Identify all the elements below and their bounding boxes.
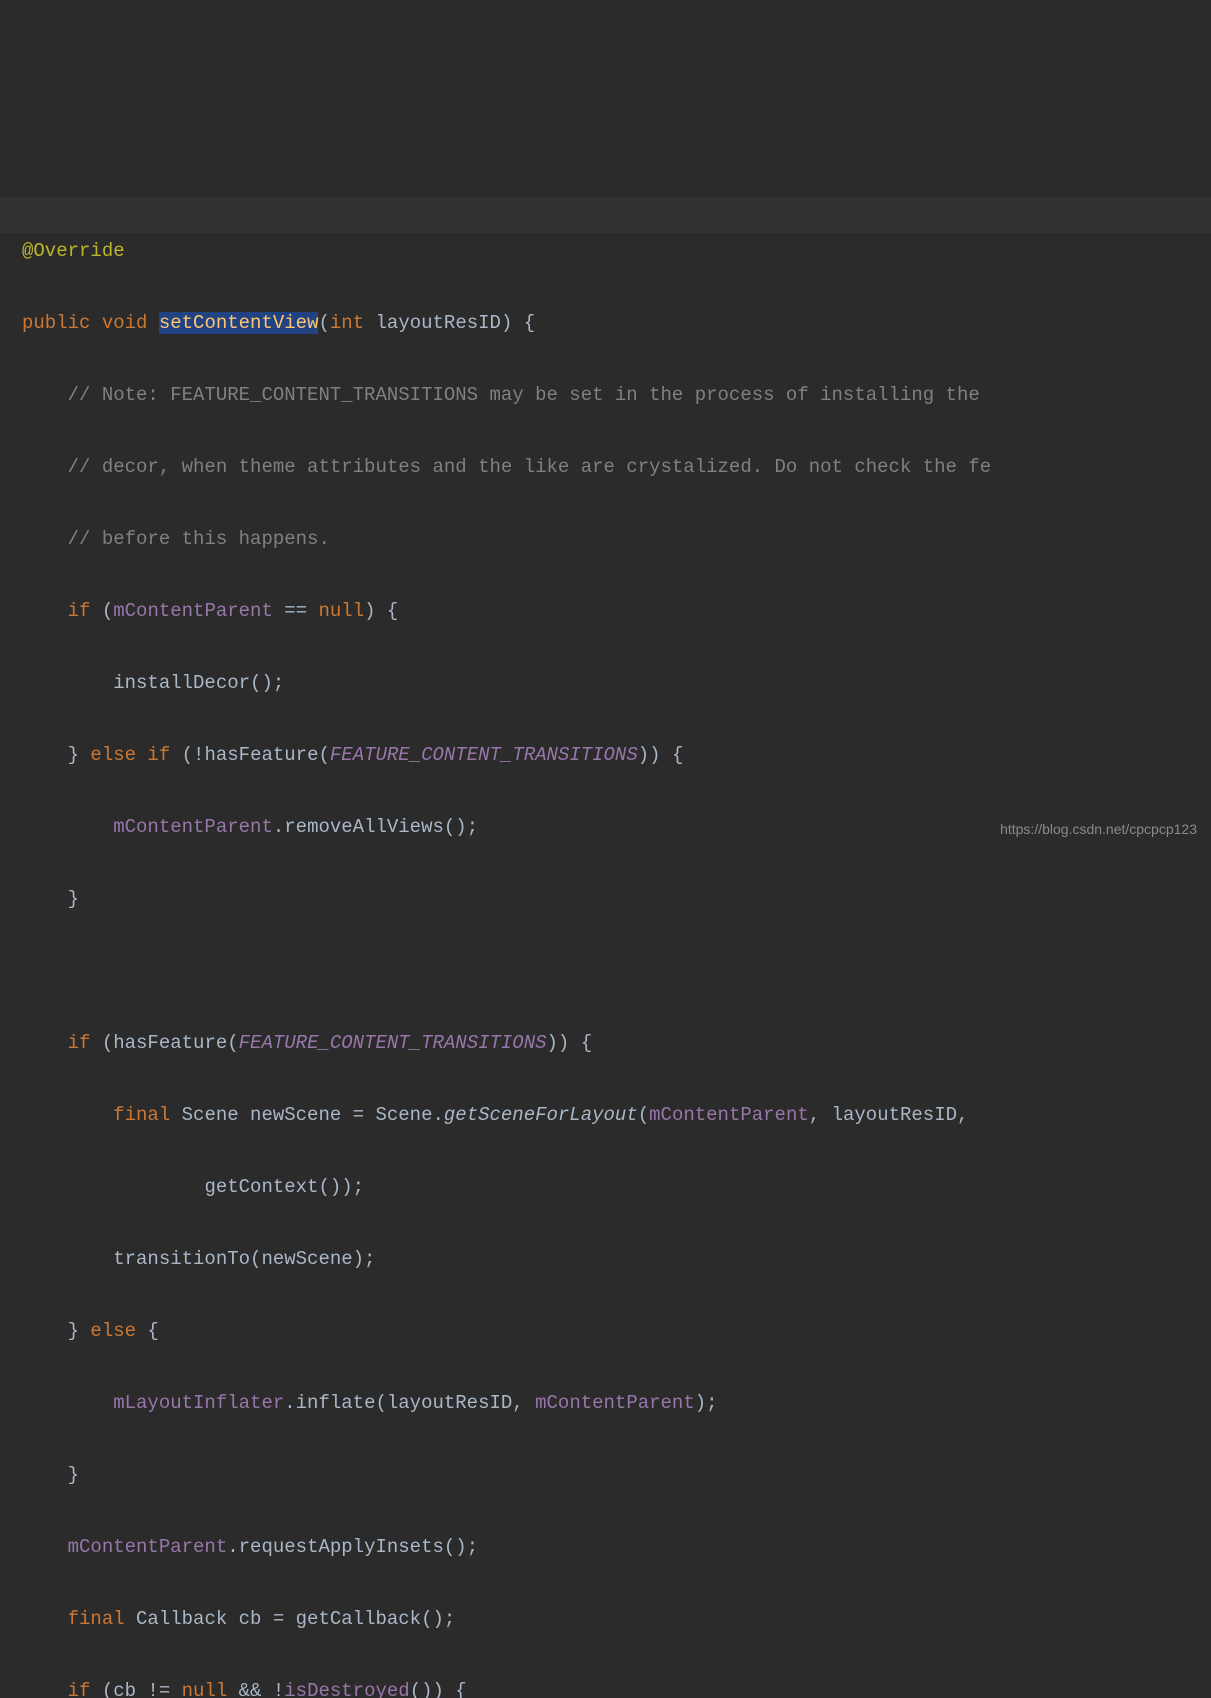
close: )) { bbox=[638, 744, 684, 766]
close: )) { bbox=[547, 1032, 593, 1054]
call: requestApplyInsets(); bbox=[239, 1536, 478, 1558]
keyword-int: int bbox=[330, 312, 364, 334]
comma: , bbox=[809, 1104, 832, 1126]
cond: (cb != bbox=[90, 1680, 181, 1698]
field: mContentParent bbox=[68, 1536, 228, 1558]
selected-method-name[interactable]: setContentView bbox=[159, 312, 319, 334]
comment: // decor, when theme attributes and the … bbox=[68, 456, 992, 478]
code-line: final Scene newScene = Scene.getSceneFor… bbox=[22, 1097, 1211, 1133]
field: mContentParent bbox=[113, 816, 273, 838]
code-line: final Callback cb = getCallback(); bbox=[22, 1601, 1211, 1637]
keyword-if: if bbox=[68, 1680, 91, 1698]
keyword-else-if: else if bbox=[90, 744, 170, 766]
paren: ( bbox=[638, 1104, 649, 1126]
sig-end: ) { bbox=[501, 312, 535, 334]
keyword-final: final bbox=[113, 1104, 170, 1126]
op: && ! bbox=[227, 1680, 284, 1698]
keyword-else: else bbox=[90, 1320, 136, 1342]
code-line: // Note: FEATURE_CONTENT_TRANSITIONS may… bbox=[22, 377, 1211, 413]
current-line-highlight bbox=[0, 197, 1211, 233]
keyword-if: if bbox=[68, 600, 91, 622]
code-line: } bbox=[22, 881, 1211, 917]
brace: } bbox=[68, 888, 79, 910]
decl: Callback cb = getCallback(); bbox=[125, 1608, 456, 1630]
annotation: @Override bbox=[22, 240, 125, 262]
code-line: if (cb != null && !isDestroyed()) { bbox=[22, 1673, 1211, 1698]
keyword-null: null bbox=[318, 600, 364, 622]
dot: . bbox=[284, 1392, 295, 1414]
call: inflate(layoutResID, bbox=[296, 1392, 535, 1414]
call: hasFeature( bbox=[204, 744, 329, 766]
field: mContentParent bbox=[649, 1104, 809, 1126]
code-line: if (hasFeature(FEATURE_CONTENT_TRANSITIO… bbox=[22, 1025, 1211, 1061]
call: transitionTo(newScene); bbox=[113, 1248, 375, 1270]
code-line: // decor, when theme attributes and the … bbox=[22, 449, 1211, 485]
close: ); bbox=[695, 1392, 718, 1414]
paren-open: ( bbox=[318, 312, 329, 334]
brace: } bbox=[68, 1464, 79, 1486]
code-line: if (mContentParent == null) { bbox=[22, 593, 1211, 629]
code-line: public void setContentView(int layoutRes… bbox=[22, 305, 1211, 341]
code-line: installDecor(); bbox=[22, 665, 1211, 701]
brace: } bbox=[68, 744, 79, 766]
code-line: } else if (!hasFeature(FEATURE_CONTENT_T… bbox=[22, 737, 1211, 773]
code-line: @Override bbox=[22, 233, 1211, 269]
keyword-void: void bbox=[102, 312, 148, 334]
code-line bbox=[22, 953, 1211, 989]
code-line: // before this happens. bbox=[22, 521, 1211, 557]
comment: // Note: FEATURE_CONTENT_TRANSITIONS may… bbox=[68, 384, 980, 406]
dot: . bbox=[227, 1536, 238, 1558]
op: == bbox=[273, 600, 319, 622]
decl: Scene newScene = Scene. bbox=[170, 1104, 444, 1126]
close: ()) { bbox=[410, 1680, 467, 1698]
keyword-null: null bbox=[182, 1680, 228, 1698]
code-line: getContext()); bbox=[22, 1169, 1211, 1205]
param: layoutResID bbox=[376, 312, 501, 334]
op: (! bbox=[170, 744, 204, 766]
code-line: } bbox=[22, 1457, 1211, 1493]
field: mContentParent bbox=[113, 600, 273, 622]
static-call: getSceneForLayout bbox=[444, 1104, 638, 1126]
code-line: mLayoutInflater.inflate(layoutResID, mCo… bbox=[22, 1385, 1211, 1421]
call: isDestroyed bbox=[284, 1680, 409, 1698]
call: installDecor(); bbox=[113, 672, 284, 694]
keyword-final: final bbox=[68, 1608, 125, 1630]
code-editor[interactable]: @Override public void setContentView(int… bbox=[22, 161, 1211, 1698]
close: ) { bbox=[364, 600, 398, 622]
var: layoutResID bbox=[832, 1104, 957, 1126]
watermark: https://blog.csdn.net/cpcpcp123 bbox=[1000, 821, 1197, 837]
constant: FEATURE_CONTENT_TRANSITIONS bbox=[239, 1032, 547, 1054]
dot: . bbox=[273, 816, 284, 838]
open: (hasFeature( bbox=[90, 1032, 238, 1054]
code-line: transitionTo(newScene); bbox=[22, 1241, 1211, 1277]
brace: } bbox=[68, 1320, 79, 1342]
constant: FEATURE_CONTENT_TRANSITIONS bbox=[330, 744, 638, 766]
keyword-public: public bbox=[22, 312, 90, 334]
code-line: mContentParent.requestApplyInsets(); bbox=[22, 1529, 1211, 1565]
call: removeAllViews(); bbox=[284, 816, 478, 838]
brace: { bbox=[136, 1320, 159, 1342]
keyword-if: if bbox=[68, 1032, 91, 1054]
code-line: } else { bbox=[22, 1313, 1211, 1349]
comment: // before this happens. bbox=[68, 528, 330, 550]
field: mLayoutInflater bbox=[113, 1392, 284, 1414]
comma: , bbox=[957, 1104, 968, 1126]
call: getContext()); bbox=[204, 1176, 364, 1198]
field: mContentParent bbox=[535, 1392, 695, 1414]
